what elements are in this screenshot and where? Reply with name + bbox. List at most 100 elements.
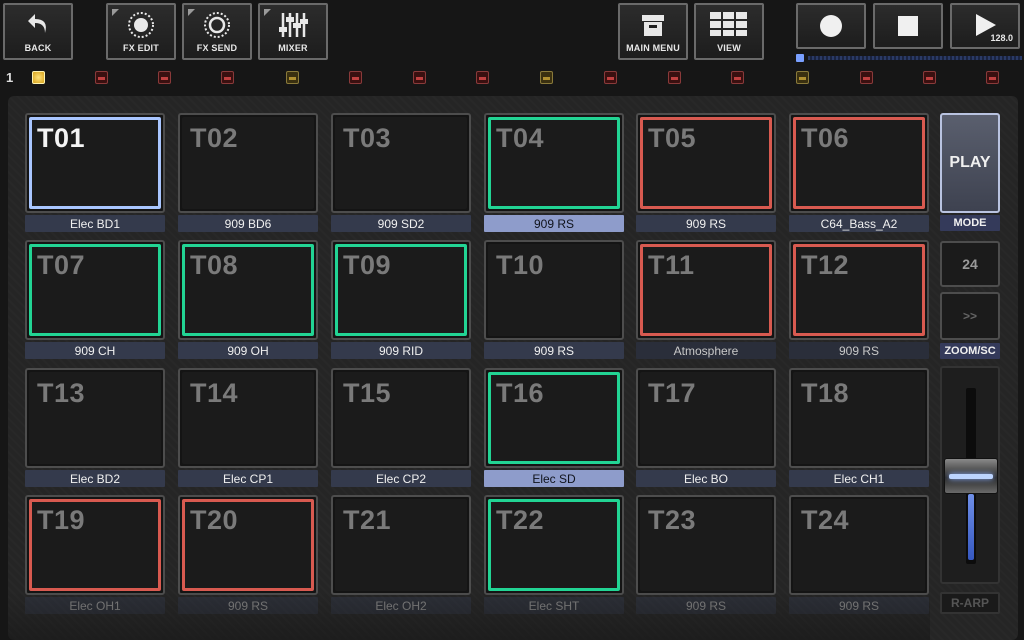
pad-t13[interactable]: T13 [25, 368, 165, 468]
pad-track-name: T03 [343, 123, 392, 153]
bank-led-8[interactable] [540, 71, 553, 84]
pad-t23[interactable]: T23 [636, 495, 776, 595]
back-button[interactable]: BACK [3, 3, 73, 60]
pad-t17[interactable]: T17 [636, 368, 776, 468]
pad-track-name: T12 [801, 250, 850, 280]
play-transport-button[interactable]: 128.0 [950, 3, 1020, 49]
fader-fill [968, 494, 974, 560]
pad-t08[interactable]: T08 [178, 240, 318, 340]
pad-sample-label[interactable]: 909 RID [331, 342, 471, 359]
zoom-next-button[interactable]: >> [940, 292, 1000, 340]
stop-button[interactable] [873, 3, 943, 49]
pad-t10[interactable]: T10 [484, 240, 624, 340]
pad-t12[interactable]: T12 [789, 240, 929, 340]
corner-marker [264, 9, 271, 16]
pad-sample-label[interactable]: Elec SD [484, 470, 624, 487]
back-label: BACK [24, 43, 52, 53]
volume-fader[interactable] [940, 366, 1000, 584]
bank-led-9[interactable] [604, 71, 617, 84]
pad-sample-label[interactable]: 909 RS [178, 597, 318, 614]
pad-track-name: T04 [496, 123, 545, 153]
pad-track-name: T24 [801, 505, 850, 535]
pad-t24[interactable]: T24 [789, 495, 929, 595]
pad-sample-label[interactable]: 909 RS [789, 597, 929, 614]
pad-t01[interactable]: T01 [25, 113, 165, 213]
pad-sample-label[interactable]: 909 BD6 [178, 215, 318, 232]
song-progress-bar[interactable] [796, 54, 1022, 62]
progress-knob[interactable] [796, 54, 804, 62]
bank-led-12[interactable] [796, 71, 809, 84]
pad-t18[interactable]: T18 [789, 368, 929, 468]
fx-edit-label: FX EDIT [123, 43, 159, 53]
pad-t03[interactable]: T03 [331, 113, 471, 213]
bank-led-1[interactable] [32, 71, 45, 84]
pad-sample-label[interactable]: Elec CP1 [178, 470, 318, 487]
pad-sample-label[interactable]: 909 CH [25, 342, 165, 359]
mode-play-button[interactable]: PLAY [940, 113, 1000, 213]
zoom-value: 24 [962, 256, 978, 272]
pad-t09[interactable]: T09 [331, 240, 471, 340]
bank-led-15[interactable] [986, 71, 999, 84]
pad-track-name: T08 [190, 250, 239, 280]
pad-sample-label[interactable]: Elec BO [636, 470, 776, 487]
fx-send-button[interactable]: FX SEND [182, 3, 252, 60]
pad-sample-label[interactable]: Elec CP2 [331, 470, 471, 487]
bank-led-4[interactable] [286, 71, 299, 84]
pad-sample-label[interactable]: Elec BD1 [25, 215, 165, 232]
pad-sample-label[interactable]: 909 RS [636, 215, 776, 232]
mixer-label: MIXER [278, 43, 308, 53]
pad-sample-label[interactable]: 909 RS [484, 215, 624, 232]
view-label: VIEW [717, 43, 741, 53]
pad-t02[interactable]: T02 [178, 113, 318, 213]
bank-led-2[interactable] [95, 71, 108, 84]
pad-t06[interactable]: T06 [789, 113, 929, 213]
pad-sample-label[interactable]: 909 RS [636, 597, 776, 614]
bank-led-3[interactable] [158, 71, 171, 84]
bank-led-5[interactable] [349, 71, 362, 84]
archive-box-icon [639, 11, 667, 44]
bank-led-13[interactable] [860, 71, 873, 84]
pad-sample-label[interactable]: C64_Bass_A2 [789, 215, 929, 232]
zoom-label: ZOOM/SC [940, 343, 1000, 359]
fader-handle[interactable] [944, 458, 998, 494]
pad-t11[interactable]: T11 [636, 240, 776, 340]
corner-marker [188, 9, 195, 16]
zoom-value-button[interactable]: 24 [940, 241, 1000, 287]
main-menu-button[interactable]: MAIN MENU [618, 3, 688, 60]
stop-icon [897, 15, 919, 42]
pad-t20[interactable]: T20 [178, 495, 318, 595]
pad-t04[interactable]: T04 [484, 113, 624, 213]
pad-sample-label[interactable]: 909 SD2 [331, 215, 471, 232]
pad-sample-label[interactable]: Elec OH1 [25, 597, 165, 614]
view-button[interactable]: VIEW [694, 3, 764, 60]
pad-track-name: T10 [496, 250, 545, 280]
mixer-button[interactable]: MIXER [258, 3, 328, 60]
pad-sample-label[interactable]: Atmosphere [636, 342, 776, 359]
pad-t21[interactable]: T21 [331, 495, 471, 595]
pad-track-name: T11 [648, 250, 695, 280]
pad-t16[interactable]: T16 [484, 368, 624, 468]
pad-sample-label[interactable]: Elec OH2 [331, 597, 471, 614]
bank-led-11[interactable] [731, 71, 744, 84]
fx-edit-button[interactable]: FX EDIT [106, 3, 176, 60]
pad-sample-label[interactable]: 909 RS [484, 342, 624, 359]
bank-led-7[interactable] [476, 71, 489, 84]
bank-led-16[interactable] [221, 71, 234, 84]
pad-t07[interactable]: T07 [25, 240, 165, 340]
pad-t05[interactable]: T05 [636, 113, 776, 213]
pad-t19[interactable]: T19 [25, 495, 165, 595]
fx-send-label: FX SEND [196, 43, 238, 53]
pad-sample-label[interactable]: Elec CH1 [789, 470, 929, 487]
pad-sample-label[interactable]: 909 RS [789, 342, 929, 359]
pad-t22[interactable]: T22 [484, 495, 624, 595]
bank-led-10[interactable] [668, 71, 681, 84]
pad-t15[interactable]: T15 [331, 368, 471, 468]
bank-led-6[interactable] [413, 71, 426, 84]
pad-sample-label[interactable]: 909 OH [178, 342, 318, 359]
pad-t14[interactable]: T14 [178, 368, 318, 468]
pad-sample-label[interactable]: Elec BD2 [25, 470, 165, 487]
bank-led-14[interactable] [923, 71, 936, 84]
record-button[interactable] [796, 3, 866, 49]
pad-sample-label[interactable]: Elec SHT [484, 597, 624, 614]
r-arp-button[interactable]: R-ARP [940, 592, 1000, 614]
